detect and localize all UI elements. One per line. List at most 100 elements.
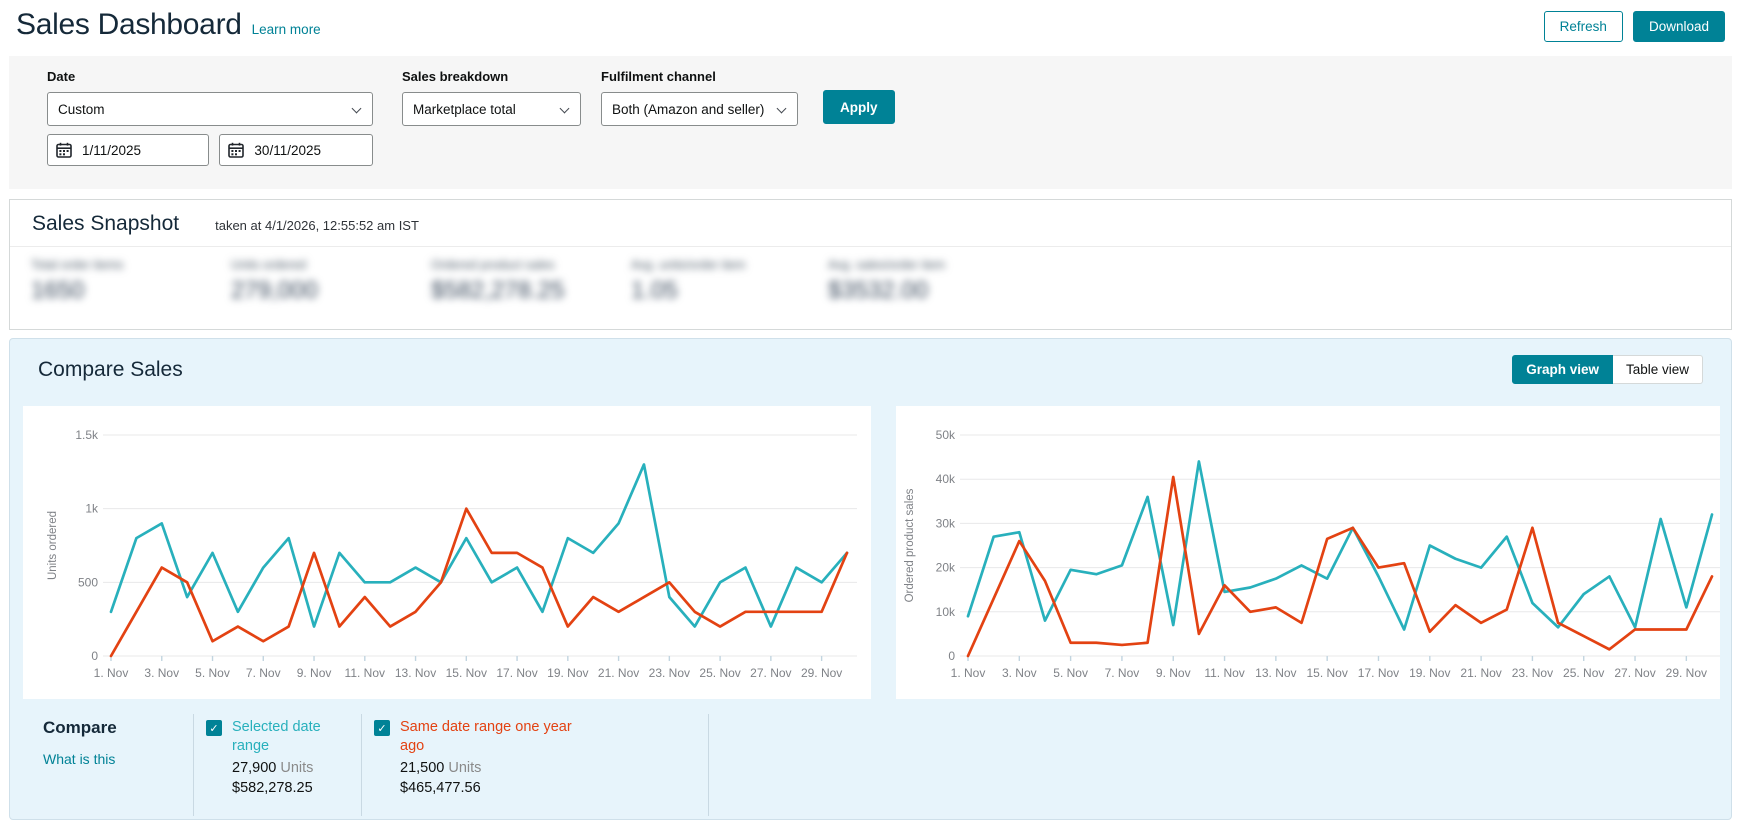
legend-item-text: Selected date range 27,900 Units $582,278.… — [232, 718, 361, 816]
legend-item: ✓ Selected date range 27,900 Units $582,278… — [193, 714, 361, 816]
calendar-icon — [228, 142, 245, 158]
units-ordered-chart-panel: 0 500 1k 1.5k 1. Nov 3. Nov 5. Nov 7. Nov 9. Nov… — [23, 406, 871, 699]
sales-breakdown-select[interactable]: Marketplace total — [402, 92, 581, 126]
fulfilment-channel-label: Fulfilment channel — [601, 69, 716, 84]
compare-sales-section: Compare Sales Graph view Table view 0 500… — [9, 338, 1732, 820]
date-from-input[interactable] — [80, 141, 201, 159]
legend-series-name: Same date range one year ago — [400, 719, 572, 754]
x-tick-label: 29. Nov — [1666, 666, 1707, 680]
x-tick-label: 15. Nov — [1306, 666, 1347, 680]
x-tick-label: 29. Nov — [801, 666, 842, 680]
snapshot-metric: Avg. units/order item 1.05 — [631, 258, 828, 305]
y-tick-label: 1.5k — [75, 428, 99, 442]
x-tick-label: 3. Nov — [1002, 666, 1037, 680]
legend-item-text: Same date range one year ago 21,500 Units… — [400, 718, 580, 816]
page-title: Sales Dashboard — [16, 8, 242, 41]
x-tick-label: 27. Nov — [1614, 666, 1655, 680]
x-tick-label: 13. Nov — [395, 666, 436, 680]
legend-items: ✓ Selected date range 27,900 Units $582,278… — [193, 714, 708, 816]
metric-label: Total order items — [31, 258, 124, 272]
metric-value: 1650 — [31, 277, 85, 304]
legend-checkbox[interactable]: ✓ — [206, 720, 222, 736]
metric-label: Avg. sales/order item — [828, 258, 946, 272]
graph-view-button[interactable]: Graph view — [1512, 355, 1613, 384]
chevron-down-icon — [776, 103, 787, 114]
legend-divider — [708, 714, 709, 816]
x-tick-label: 23. Nov — [649, 666, 690, 680]
sales-snapshot-section: Sales Snapshot taken at 4/1/2026, 12:55:… — [9, 199, 1732, 330]
series-line — [966, 475, 1714, 658]
legend-units: 27,900 Units — [232, 759, 314, 776]
x-tick-label: 11. Nov — [345, 666, 385, 680]
x-tick-label: 13. Nov — [1255, 666, 1296, 680]
x-tick-label: 15. Nov — [446, 666, 487, 680]
snapshot-metric: Total order items 1650 — [31, 258, 231, 305]
metric-value: $3532.00 — [828, 277, 929, 304]
snapshot-metrics-row: Total order items 1650 Units ordered 279,00… — [10, 247, 1731, 305]
units-ordered-chart: 0 500 1k 1.5k 1. Nov 3. Nov 5. Nov 7. Nov 9. Nov… — [47, 428, 857, 680]
x-tick-label: 19. Nov — [547, 666, 588, 680]
date-filter-label: Date — [47, 69, 76, 84]
what-is-this-link[interactable]: What is this — [43, 751, 193, 767]
sales-breakdown-value: Marketplace total — [413, 101, 516, 117]
refresh-button[interactable]: Refresh — [1543, 11, 1623, 42]
snapshot-metric: Units ordered 279,000 — [231, 258, 431, 305]
date-to-field[interactable] — [219, 134, 373, 166]
fulfilment-channel-value: Both (Amazon and seller) — [612, 101, 765, 117]
series-line — [966, 460, 1714, 631]
x-tick-label: 27. Nov — [750, 666, 791, 680]
page-header: Sales Dashboard Learn more Refresh Downl… — [0, 0, 1741, 52]
x-tick-label: 11. Nov — [1204, 666, 1244, 680]
ordered-product-sales-chart-panel: 0 10k 20k 30k 40k 50k 1. Nov 3. Nov 5. Nov 7. Nov… — [896, 406, 1722, 699]
y-tick-label: 10k — [936, 605, 956, 619]
x-tick-label: 17. Nov — [1358, 666, 1399, 680]
compare-legend-title: Compare — [43, 718, 117, 737]
view-toggle: Graph view Table view — [1512, 355, 1703, 384]
series-line — [109, 463, 849, 628]
learn-more-link[interactable]: Learn more — [252, 22, 321, 37]
snapshot-metric: Avg. sales/order item $3532.00 — [828, 258, 1025, 305]
x-tick-label: 7. Nov — [1105, 666, 1140, 680]
legend-checkbox[interactable]: ✓ — [374, 720, 390, 736]
x-tick-label: 1. Nov — [94, 666, 129, 680]
x-tick-label: 25. Nov — [1563, 666, 1604, 680]
y-axis-label: Units ordered — [47, 511, 59, 580]
chevron-down-icon — [559, 103, 570, 114]
metric-label: Units ordered — [231, 258, 307, 272]
y-tick-label: 500 — [78, 575, 98, 589]
filter-bar: Date Custom 1/11/2025 30/11/2025 Sales b… — [9, 56, 1732, 189]
x-tick-label: 25. Nov — [699, 666, 740, 680]
metric-value: $582,278.25 — [431, 277, 565, 304]
fulfilment-channel-select[interactable]: Both (Amazon and seller) — [601, 92, 798, 126]
x-tick-label: 3. Nov — [144, 666, 179, 680]
x-tick-label: 17. Nov — [496, 666, 537, 680]
x-tick-label: 5. Nov — [195, 666, 230, 680]
date-range-select[interactable]: Custom — [47, 92, 373, 126]
legend-units: 21,500 Units — [400, 759, 482, 776]
y-tick-label: 50k — [936, 428, 956, 442]
snapshot-title: Sales Snapshot — [32, 212, 180, 235]
date-range-value: Custom — [58, 101, 105, 117]
snapshot-taken-at: taken at 4/1/2026, 12:55:52 am IST — [215, 218, 419, 233]
apply-button[interactable]: Apply — [823, 90, 895, 124]
metric-label: Avg. units/order item — [631, 258, 746, 272]
date-from-field[interactable] — [47, 134, 210, 166]
calendar-icon — [56, 142, 72, 158]
metric-value: 279,000 — [231, 277, 318, 304]
x-tick-label: 21. Nov — [598, 666, 639, 680]
y-tick-label: 0 — [91, 649, 98, 663]
x-tick-label: 1. Nov — [951, 666, 986, 680]
date-to-input[interactable] — [252, 141, 364, 159]
y-tick-label: 30k — [936, 516, 956, 530]
ordered-product-sales-chart: 0 10k 20k 30k 40k 50k 1. Nov 3. Nov 5. Nov 7. Nov… — [904, 428, 1722, 680]
metric-value: 1.05 — [631, 277, 678, 304]
x-tick-label: 7. Nov — [246, 666, 281, 680]
legend-sales: $465,477.56 — [400, 779, 481, 796]
x-tick-label: 21. Nov — [1460, 666, 1501, 680]
download-button[interactable]: Download — [1632, 11, 1725, 42]
x-tick-label: 5. Nov — [1053, 666, 1088, 680]
legend-series-name: Selected date range — [232, 719, 321, 754]
x-tick-label: 9. Nov — [297, 666, 332, 680]
chevron-down-icon — [351, 103, 362, 114]
table-view-button[interactable]: Table view — [1612, 355, 1703, 384]
